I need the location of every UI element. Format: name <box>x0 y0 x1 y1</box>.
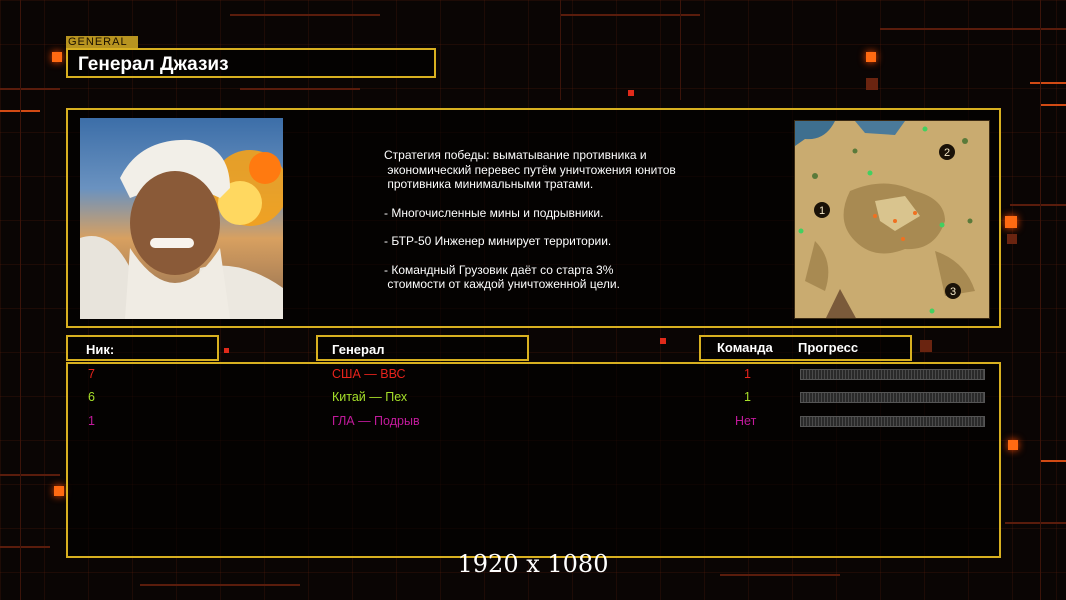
minimap: 2 1 3 <box>794 120 990 319</box>
description-line: - Командный Грузовик даёт со старта 3% <box>384 262 614 277</box>
bg-line <box>240 88 360 90</box>
bg-line <box>1040 460 1066 462</box>
bg-line <box>1005 522 1066 524</box>
bg-square <box>224 348 229 353</box>
general-portrait-image <box>80 139 283 319</box>
bg-line <box>230 14 380 16</box>
bg-line <box>0 546 50 548</box>
bg-square <box>628 90 634 96</box>
bg-line <box>680 0 681 100</box>
player-general: ГЛА — Подрыв <box>332 414 420 428</box>
player-general: США — ВВС <box>332 367 406 381</box>
general-portrait <box>80 118 283 319</box>
player-general: Китай — Пех <box>332 390 408 404</box>
page-title: Генерал Джазиз <box>78 54 229 75</box>
team-progress-column-header[interactable]: Команда Прогресс <box>699 335 912 361</box>
general-tag: GENERAL <box>66 36 138 48</box>
player-row[interactable]: 7 США — ВВС 1 <box>68 364 998 384</box>
map-marker-3: 3 <box>950 286 956 298</box>
description-line: - Многочисленные мины и подрывники. <box>384 205 604 220</box>
description-gap <box>384 249 744 263</box>
bg-square <box>866 52 876 62</box>
progress-bar <box>800 369 985 380</box>
bg-line <box>140 584 300 586</box>
description-line: экономический перевес путём уничтожения … <box>384 162 676 177</box>
bg-line <box>560 0 561 100</box>
player-nick: 1 <box>88 414 95 428</box>
map-marker-1: 1 <box>819 205 825 217</box>
player-team: 1 <box>744 367 751 381</box>
bg-line <box>1030 82 1066 84</box>
nick-column-header[interactable]: Ник: <box>66 335 219 361</box>
player-row[interactable]: 1 ГЛА — Подрыв Нет <box>68 411 998 431</box>
bg-square <box>866 78 878 90</box>
description-line: противника минимальными тратами. <box>384 177 594 191</box>
bg-square <box>920 340 932 352</box>
bg-line <box>20 0 21 600</box>
progress-bar <box>800 416 985 427</box>
description-line: Стратегия победы: выматывание противника… <box>384 148 647 162</box>
bg-square <box>52 52 62 62</box>
bg-line <box>1040 0 1041 600</box>
team-column-label: Команда <box>717 340 773 355</box>
nick-column-label: Ник: <box>86 342 115 357</box>
minimap-image: 2 1 3 <box>795 121 989 318</box>
bg-square <box>54 486 64 496</box>
bg-line <box>560 14 700 16</box>
bg-square <box>1005 216 1017 228</box>
description-gap <box>384 220 744 234</box>
bg-line <box>0 474 60 476</box>
general-description: Стратегия победы: выматывание противника… <box>384 148 744 292</box>
bg-square <box>1007 234 1017 244</box>
bg-square <box>660 338 666 344</box>
player-team: Нет <box>735 414 757 428</box>
player-team: 1 <box>744 390 751 404</box>
bg-line <box>1040 104 1066 106</box>
bg-line <box>880 28 1066 30</box>
general-column-label: Генерал <box>332 342 385 357</box>
description-gap <box>384 192 744 206</box>
description-line: стоимости от каждой уничтоженной цели. <box>384 277 620 291</box>
title-box: Генерал Джазиз <box>66 48 436 78</box>
player-nick: 7 <box>88 367 95 381</box>
bg-line <box>1010 204 1066 206</box>
player-row[interactable]: 6 Китай — Пех 1 <box>68 387 998 407</box>
progress-column-label: Прогресс <box>798 340 859 355</box>
resolution-caption: 1920 x 1080 <box>457 550 609 578</box>
description-line: - БТР-50 Инженер минирует территории. <box>384 234 612 248</box>
player-nick: 6 <box>88 390 95 404</box>
bg-line <box>0 88 60 90</box>
map-marker-2: 2 <box>944 147 950 159</box>
general-column-header[interactable]: Генерал <box>316 335 529 361</box>
bg-square <box>1008 440 1018 450</box>
progress-bar <box>800 392 985 403</box>
